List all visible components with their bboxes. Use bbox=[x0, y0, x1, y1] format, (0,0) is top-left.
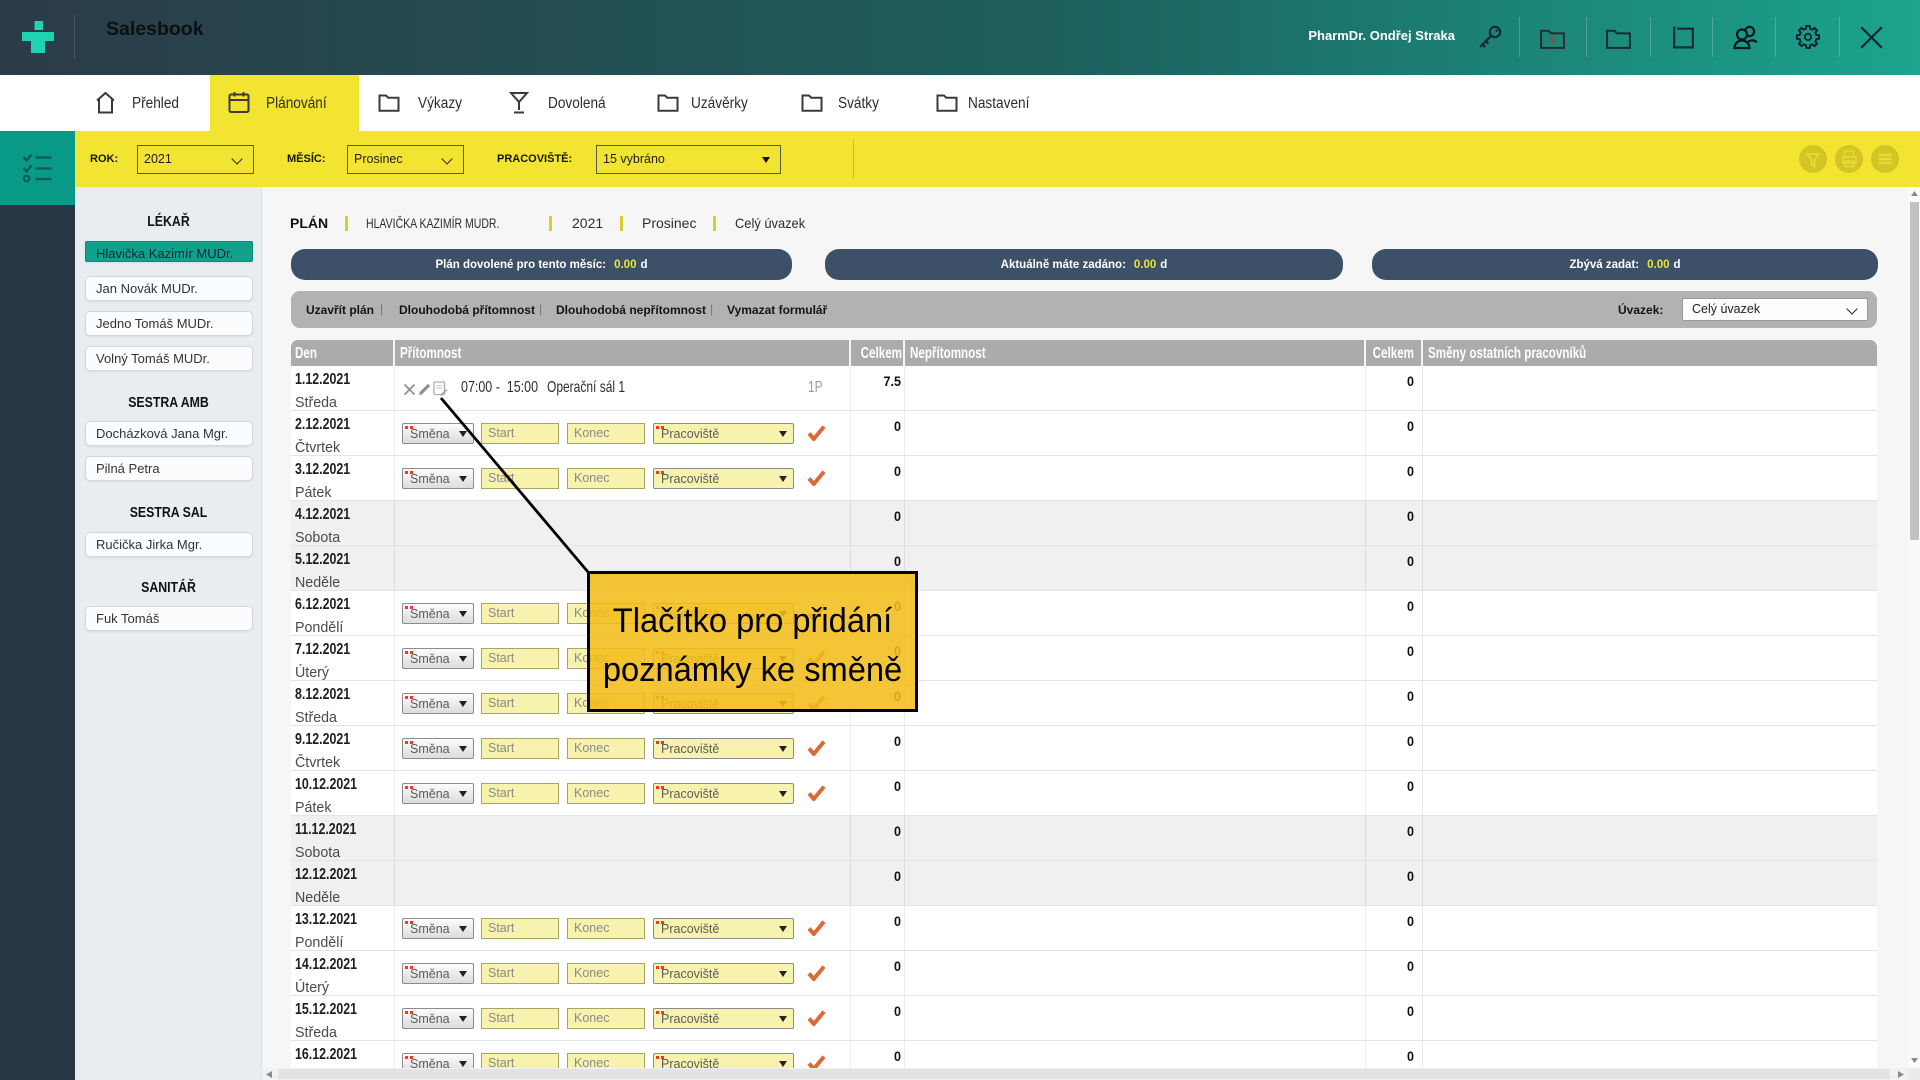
svg-text:N: N bbox=[1548, 35, 1555, 45]
